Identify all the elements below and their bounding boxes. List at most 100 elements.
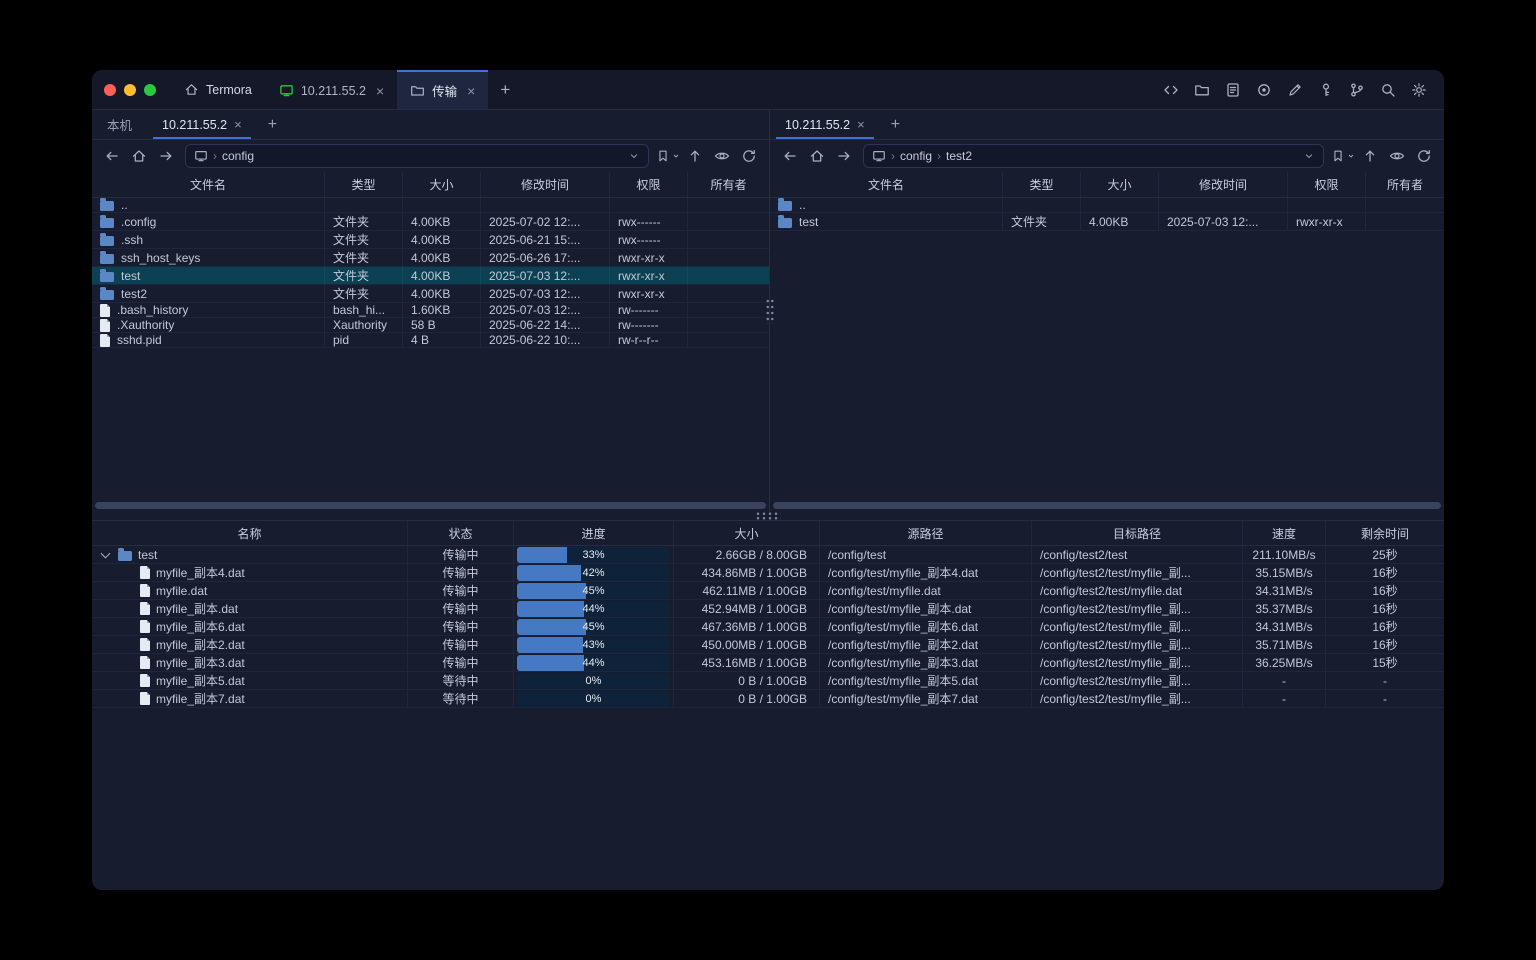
forward-button[interactable] [154,144,178,168]
column-header-speed[interactable]: 速度 [1243,521,1326,545]
edit-icon[interactable] [1286,81,1304,99]
show-hidden-files-button[interactable] [710,144,734,168]
column-header-size[interactable]: 大小 [403,172,481,197]
titlebar-tab-transfer[interactable]: 传输 × [397,70,488,109]
progress-label: 44% [517,601,670,617]
column-header-mtime[interactable]: 修改时间 [481,172,610,197]
pane-tab[interactable]: 10.211.55.2 × [147,110,257,139]
file-type-icon [100,304,110,317]
horizontal-splitter[interactable] [92,512,1444,520]
refresh-button[interactable] [737,144,761,168]
file-permissions: rwxr-xr-x [610,285,688,302]
column-header-owner[interactable]: 所有者 [1366,172,1444,197]
record-icon[interactable] [1255,81,1273,99]
column-header-status[interactable]: 状态 [408,521,514,545]
forward-button[interactable] [832,144,856,168]
file-row[interactable]: .. [770,198,1444,213]
breadcrumb-segment[interactable]: config [900,149,932,163]
pane-tab[interactable]: 本机 × [92,110,147,139]
column-header-eta[interactable]: 剩余时间 [1326,521,1444,545]
folder-icon[interactable] [1193,81,1211,99]
breadcrumb-segment[interactable]: test2 [946,149,972,163]
breadcrumb-segment[interactable]: config [222,149,254,163]
close-tab-icon[interactable]: × [857,117,865,132]
path-breadcrumb[interactable]: › config › test2 [863,144,1324,168]
home-button[interactable] [805,144,829,168]
vertical-splitter[interactable] [769,110,770,512]
new-window-tab-button[interactable]: + [488,70,522,109]
transfer-row[interactable]: myfile_副本6.dat 传输中 45% 467.36MB / 1.00GB… [92,618,1444,636]
zoom-window-button[interactable] [144,84,156,96]
show-hidden-files-button[interactable] [1385,144,1409,168]
column-header-type[interactable]: 类型 [1003,172,1081,197]
column-header-name[interactable]: 名称 [92,521,408,545]
column-header-target-path[interactable]: 目标路径 [1032,521,1243,545]
close-window-button[interactable] [104,84,116,96]
minimize-window-button[interactable] [124,84,136,96]
home-button[interactable] [127,144,151,168]
column-header-mtime[interactable]: 修改时间 [1159,172,1288,197]
file-row[interactable]: .ssh 文件夹 4.00KB 2025-06-21 15:... rwx---… [92,231,769,249]
chevron-down-icon[interactable] [1303,150,1315,162]
transfer-row[interactable]: myfile_副本.dat 传输中 44% 452.94MB / 1.00GB … [92,600,1444,618]
column-header-type[interactable]: 类型 [325,172,403,197]
file-row[interactable]: .. [92,198,769,213]
refresh-button[interactable] [1412,144,1436,168]
column-header-size[interactable]: 大小 [1081,172,1159,197]
column-header-owner[interactable]: 所有者 [688,172,769,197]
splitter-grip-icon[interactable] [765,298,774,324]
file-row[interactable]: ssh_host_keys 文件夹 4.00KB 2025-06-26 17:.… [92,249,769,267]
close-tab-icon[interactable]: × [467,83,475,99]
column-header-filename[interactable]: 文件名 [92,172,325,197]
transfer-source-path: /config/test/myfile_副本2.dat [820,636,1032,653]
horizontal-scrollbar[interactable] [95,502,766,509]
app-home-tab[interactable]: Termora [170,70,266,109]
path-breadcrumb[interactable]: › config [185,144,649,168]
pane-tab[interactable]: 10.211.55.2 × [770,110,880,139]
column-header-progress[interactable]: 进度 [514,521,674,545]
titlebar-tab-host[interactable]: 10.211.55.2 × [266,70,397,109]
back-button[interactable] [100,144,124,168]
branch-icon[interactable] [1348,81,1366,99]
close-tab-icon[interactable]: × [376,83,384,99]
new-pane-tab-button[interactable]: + [257,110,288,139]
key-icon[interactable] [1317,81,1335,99]
parent-directory-button[interactable] [683,144,707,168]
expand-chevron-icon[interactable] [100,548,110,558]
transfer-row[interactable]: myfile.dat 传输中 45% 462.11MB / 1.00GB /co… [92,582,1444,600]
column-header-perm[interactable]: 权限 [610,172,688,197]
column-header-perm[interactable]: 权限 [1288,172,1366,197]
transfer-source-path: /config/test/myfile_副本6.dat [820,618,1032,635]
log-icon[interactable] [1224,81,1242,99]
chevron-down-icon[interactable] [628,150,640,162]
search-icon[interactable] [1379,81,1397,99]
transfer-row[interactable]: myfile_副本2.dat 传输中 43% 450.00MB / 1.00GB… [92,636,1444,654]
back-button[interactable] [778,144,802,168]
column-header-size[interactable]: 大小 [674,521,820,545]
horizontal-scrollbar[interactable] [773,502,1441,509]
bookmark-button[interactable] [656,144,680,168]
transfer-row[interactable]: test 传输中 33% 2.66GB / 8.00GB /config/tes… [92,546,1444,564]
file-row[interactable]: test 文件夹 4.00KB 2025-07-03 12:... rwxr-x… [92,267,769,285]
scrollbar-thumb[interactable] [773,502,1441,509]
parent-directory-button[interactable] [1358,144,1382,168]
code-icon[interactable] [1162,81,1180,99]
transfer-row[interactable]: myfile_副本7.dat 等待中 0% 0 B / 1.00GB /conf… [92,690,1444,708]
file-row[interactable]: sshd.pid pid 4 B 2025-06-22 10:... rw-r-… [92,333,769,348]
file-row[interactable]: test 文件夹 4.00KB 2025-07-03 12:... rwxr-x… [770,213,1444,231]
bookmark-button[interactable] [1331,144,1355,168]
close-tab-icon[interactable]: × [234,117,242,132]
file-row[interactable]: .Xauthority Xauthority 58 B 2025-06-22 1… [92,318,769,333]
transfer-row[interactable]: myfile_副本3.dat 传输中 44% 453.16MB / 1.00GB… [92,654,1444,672]
scrollbar-thumb[interactable] [95,502,766,509]
file-row[interactable]: test2 文件夹 4.00KB 2025-07-03 12:... rwxr-… [92,285,769,303]
file-row[interactable]: .bash_history bash_hi... 1.60KB 2025-07-… [92,303,769,318]
file-row[interactable]: .config 文件夹 4.00KB 2025-07-02 12:... rwx… [92,213,769,231]
settings-icon[interactable] [1410,81,1428,99]
new-pane-tab-button[interactable]: + [880,110,911,139]
column-header-source-path[interactable]: 源路径 [820,521,1032,545]
transfer-row[interactable]: myfile_副本4.dat 传输中 42% 434.86MB / 1.00GB… [92,564,1444,582]
transfer-row[interactable]: myfile_副本5.dat 等待中 0% 0 B / 1.00GB /conf… [92,672,1444,690]
column-header-filename[interactable]: 文件名 [770,172,1003,197]
splitter-grip-icon[interactable] [755,512,781,521]
